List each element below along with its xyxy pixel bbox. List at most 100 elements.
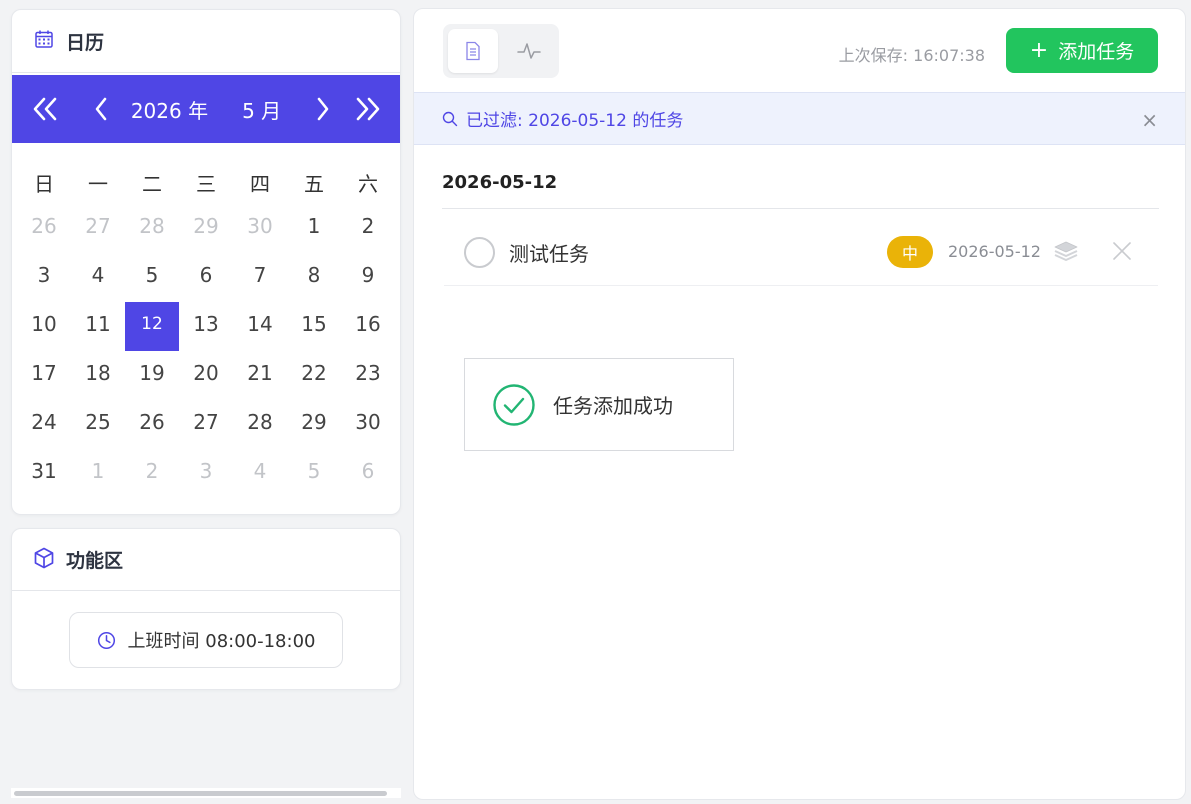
calendar-day[interactable]: 18 <box>71 356 125 405</box>
layers-icon[interactable] <box>1053 240 1079 268</box>
task-complete-checkbox[interactable] <box>464 237 495 268</box>
task-row[interactable]: 测试任务 中 2026-05-12 <box>444 220 1158 286</box>
calendar-day[interactable]: 23 <box>341 356 395 405</box>
calendar-day[interactable]: 6 <box>179 258 233 307</box>
close-icon <box>1113 242 1131 260</box>
check-circle-icon <box>493 383 535 426</box>
clock-icon <box>97 631 115 649</box>
weekday-label: 一 <box>88 172 108 196</box>
calendar-day[interactable]: 14 <box>233 307 287 356</box>
calendar-day[interactable]: 31 <box>17 454 71 503</box>
calendar-day[interactable]: 29 <box>179 209 233 258</box>
priority-badge: 中 <box>887 236 933 268</box>
calendar-year[interactable]: 2026 年 <box>131 95 208 124</box>
next-year-button[interactable] <box>348 75 388 143</box>
double-chevron-left-icon <box>33 97 57 121</box>
view-toggle <box>443 24 559 78</box>
calendar-day[interactable]: 3 <box>17 258 71 307</box>
work-time-button[interactable]: 上班时间 08:00-18:00 <box>69 612 343 668</box>
calendar-day[interactable]: 9 <box>341 258 395 307</box>
cube-icon <box>34 547 54 573</box>
task-date: 2026-05-12 <box>948 242 1041 261</box>
functions-card: 功能区 上班时间 08:00-18:00 <box>11 528 401 690</box>
filter-text: 已过滤: 2026-05-12 的任务 <box>466 111 684 131</box>
weekday-label: 六 <box>358 172 378 196</box>
calendar-week: 26 27 28 29 30 1 2 <box>17 209 396 258</box>
calendar-day[interactable]: 5 <box>287 454 341 503</box>
calendar-day[interactable]: 26 <box>125 405 179 454</box>
list-view-icon <box>466 41 480 61</box>
calendar-day[interactable]: 30 <box>233 209 287 258</box>
last-save-status: 上次保存: 16:07:38 <box>838 46 985 65</box>
calendar-day[interactable]: 16 <box>341 307 395 356</box>
calendar-day[interactable]: 6 <box>341 454 395 503</box>
prev-month-button[interactable] <box>81 75 121 143</box>
calendar-day[interactable]: 28 <box>125 209 179 258</box>
chevron-left-icon <box>95 97 107 121</box>
calendar-day[interactable]: 22 <box>287 356 341 405</box>
calendar-day[interactable]: 2 <box>125 454 179 503</box>
calendar-day[interactable]: 21 <box>233 356 287 405</box>
calendar-day[interactable]: 1 <box>71 454 125 503</box>
plus-icon: + <box>1029 37 1049 63</box>
calendar-week: 31 1 2 3 4 5 6 <box>17 454 396 503</box>
delete-task-button[interactable] <box>1111 240 1133 266</box>
calendar-icon <box>34 29 54 53</box>
weekday-label: 四 <box>250 172 270 196</box>
calendar-week: 24 25 26 27 28 29 30 <box>17 405 396 454</box>
calendar-header: 日历 <box>12 10 400 73</box>
divider <box>442 208 1159 209</box>
scrollbar-thumb[interactable] <box>14 791 387 796</box>
calendar-week: 10 11 12 13 14 15 16 <box>17 302 396 356</box>
calendar-day[interactable]: 20 <box>179 356 233 405</box>
calendar-day[interactable]: 1 <box>287 209 341 258</box>
prev-year-button[interactable] <box>25 75 65 143</box>
calendar-grid: 日一二三四五六 26 27 28 29 30 1 2 3 4 5 6 7 8 9 10 11 12 13 14 15 16… <box>12 143 400 503</box>
sidebar-scrollbar[interactable] <box>11 788 401 798</box>
calendar-day[interactable]: 27 <box>71 209 125 258</box>
calendar-day[interactable]: 5 <box>125 258 179 307</box>
clear-filter-button[interactable]: × <box>1141 108 1158 132</box>
calendar-day[interactable]: 11 <box>71 307 125 356</box>
calendar-week: 3456789 <box>17 258 396 307</box>
calendar-day[interactable]: 24 <box>17 405 71 454</box>
calendar-day[interactable]: 27 <box>179 405 233 454</box>
calendar-day[interactable]: 25 <box>71 405 125 454</box>
calendar-day[interactable]: 29 <box>287 405 341 454</box>
calendar-day[interactable]: 30 <box>341 405 395 454</box>
calendar-week: 17 18 19 20 21 22 23 <box>17 356 396 405</box>
sidebar: 日历 2026 年 5 月 日 一 二 三 四 五 六 26 27 28 29 … <box>0 0 410 804</box>
activity-view-button[interactable] <box>504 29 554 73</box>
calendar-day[interactable]: 2 <box>341 209 395 258</box>
work-time-label: 上班时间 08:00-18:00 <box>127 631 316 652</box>
calendar-nav: 2026 年 5 月 <box>12 75 400 143</box>
calendar-day[interactable]: 26 <box>17 209 71 258</box>
calendar-day-selected[interactable]: 12 <box>125 302 179 351</box>
calendar-day[interactable]: 4 <box>71 258 125 307</box>
list-view-button[interactable] <box>448 29 498 73</box>
success-toast: 任务添加成功 <box>464 358 734 451</box>
weekday-header: 日一二三四五六 <box>17 163 396 209</box>
calendar-day[interactable]: 13 <box>179 307 233 356</box>
activity-icon <box>517 43 541 59</box>
calendar-day[interactable]: 15 <box>287 307 341 356</box>
main-panel: 上次保存: 16:07:38 + 添加任务 已过滤: 2026-05-12 的任… <box>413 8 1186 800</box>
filter-bar: 已过滤: 2026-05-12 的任务 × <box>414 92 1185 145</box>
add-task-button[interactable]: + 添加任务 <box>1006 28 1158 73</box>
task-title[interactable]: 测试任务 <box>509 238 589 267</box>
weekday-label: 五 <box>304 172 324 196</box>
calendar-title: 日历 <box>66 31 105 54</box>
add-task-label: 添加任务 <box>1058 41 1135 63</box>
next-month-button[interactable] <box>303 75 343 143</box>
calendar-month[interactable]: 5 月 <box>242 95 281 124</box>
calendar-day[interactable]: 17 <box>17 356 71 405</box>
calendar-day[interactable]: 7 <box>233 258 287 307</box>
functions-title: 功能区 <box>66 550 124 572</box>
weekday-label: 二 <box>142 172 162 196</box>
calendar-day[interactable]: 28 <box>233 405 287 454</box>
calendar-day[interactable]: 10 <box>17 307 71 356</box>
calendar-day[interactable]: 8 <box>287 258 341 307</box>
calendar-day[interactable]: 4 <box>233 454 287 503</box>
calendar-day[interactable]: 19 <box>125 356 179 405</box>
calendar-day[interactable]: 3 <box>179 454 233 503</box>
